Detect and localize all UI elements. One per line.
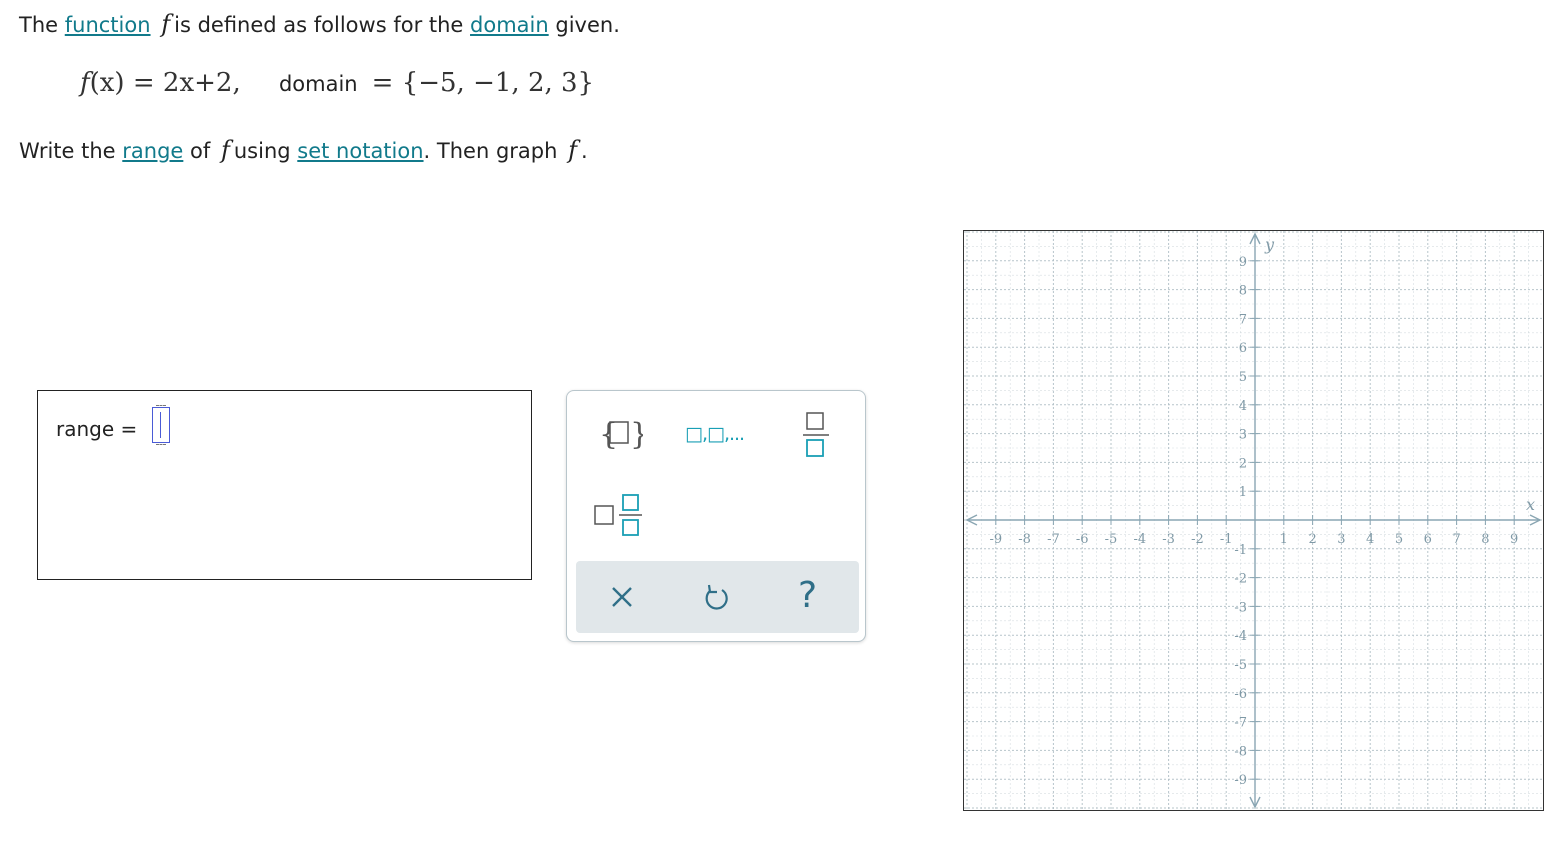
y-tick-label: -8 [1234, 744, 1247, 759]
x-tick-label: 8 [1481, 532, 1489, 547]
x-tick-label: -1 [1220, 532, 1233, 547]
x-tick-label: 5 [1395, 532, 1403, 547]
x-tick-label: 9 [1510, 532, 1518, 547]
fraction-icon [803, 412, 829, 457]
text-defined: is defined as follows for the [174, 13, 464, 37]
palette-action-bar: ? [576, 561, 859, 633]
x-tick-label: -5 [1105, 532, 1118, 547]
function-symbol-f: f [161, 10, 171, 38]
range-link[interactable]: range [122, 139, 183, 163]
answer-box[interactable]: range = [37, 390, 532, 580]
set-braces-icon: { } [599, 417, 649, 452]
x-tick-label: 6 [1424, 532, 1432, 547]
svg-text:}: } [630, 417, 643, 452]
question-line-1: The function f is defined as follows for … [19, 10, 620, 38]
text-then-graph: . Then graph [423, 139, 558, 163]
x-tick-label: -7 [1047, 532, 1060, 547]
range-label: range = [56, 417, 138, 441]
function-symbol-f: f [568, 136, 577, 164]
function-link[interactable]: function [65, 13, 151, 37]
domain-link[interactable]: domain [470, 13, 549, 37]
y-tick-label: -1 [1234, 543, 1247, 558]
y-axis-label: y [1264, 235, 1275, 254]
text-caret [160, 412, 161, 438]
text-using: using [233, 139, 291, 163]
y-tick-label: 3 [1239, 428, 1247, 443]
set-notation-link[interactable]: set notation [297, 139, 423, 163]
y-tick-label: 5 [1239, 370, 1247, 385]
domain-label: domain [278, 72, 358, 96]
text-period: . [581, 139, 588, 163]
formula-equals: = [132, 68, 155, 98]
x-tick-label: -8 [1018, 532, 1031, 547]
formula-lhs: f [80, 68, 90, 98]
close-icon [612, 587, 632, 607]
text-of: of [190, 139, 211, 163]
text-write-the: Write the [19, 139, 116, 163]
y-tick-label: 2 [1239, 456, 1247, 471]
set-braces-button[interactable]: { } [597, 413, 649, 453]
y-tick-label: -2 [1234, 572, 1247, 587]
math-palette: { } □,□,... [566, 390, 866, 642]
y-tick-label: 1 [1239, 485, 1247, 500]
clear-button[interactable] [606, 581, 638, 613]
domain-set: {−5, −1, 2, 3} [401, 68, 595, 98]
y-tick-label: -9 [1234, 773, 1247, 788]
undo-button[interactable] [700, 581, 732, 613]
y-tick-label: -3 [1234, 600, 1247, 615]
function-definition: f(x) = 2x+2, domain = {−5, −1, 2, 3} [80, 68, 594, 98]
x-tick-label: 1 [1280, 532, 1288, 547]
x-tick-label: 3 [1337, 532, 1345, 547]
y-tick-label: 4 [1239, 399, 1247, 414]
y-tick-label: -7 [1234, 716, 1247, 731]
x-tick-label: -4 [1133, 532, 1146, 547]
y-tick-label: 8 [1239, 284, 1247, 299]
question-line-3: Write the range of f using set notation. … [19, 136, 588, 164]
help-glyph: ? [798, 575, 818, 616]
y-tick-label: 9 [1239, 255, 1247, 270]
x-tick-label: 2 [1308, 532, 1316, 547]
domain-equals: = [371, 68, 394, 98]
x-tick-label: -6 [1076, 532, 1089, 547]
y-tick-label: -6 [1234, 687, 1247, 702]
x-axis-label: x [1526, 495, 1535, 514]
range-input[interactable] [152, 405, 170, 445]
mixed-number-button[interactable] [593, 491, 645, 539]
text-the: The [19, 13, 59, 37]
x-tick-label: -2 [1191, 532, 1204, 547]
undo-icon [705, 584, 728, 610]
x-tick-label: 4 [1366, 532, 1374, 547]
x-tick-label: -9 [989, 532, 1002, 547]
formula-lhs-arg: (x) [89, 68, 125, 98]
fraction-button[interactable] [801, 411, 831, 459]
x-tick-label: -3 [1162, 532, 1175, 547]
x-tick-label: 7 [1452, 532, 1460, 547]
y-tick-label: 7 [1239, 312, 1247, 327]
list-template-button[interactable]: □,□,... [685, 421, 755, 451]
function-symbol-f: f [220, 136, 230, 164]
y-tick-label: 6 [1239, 341, 1247, 356]
list-template-text: □,□,... [685, 423, 745, 445]
coordinate-graph[interactable]: -9 -8 -7 -6 -5 -4 -3 -2 -1 1 2 3 4 5 6 7 8 9 9 8 7 6 5 4 3 2 1 -1 -2… [963, 230, 1544, 811]
help-button[interactable]: ? [798, 575, 830, 617]
y-tick-label: -5 [1234, 658, 1247, 673]
text-given: given. [555, 13, 620, 37]
formula-rhs: 2x+2, [162, 68, 241, 98]
y-tick-label: -4 [1234, 629, 1247, 644]
mixed-number-icon [594, 494, 642, 536]
